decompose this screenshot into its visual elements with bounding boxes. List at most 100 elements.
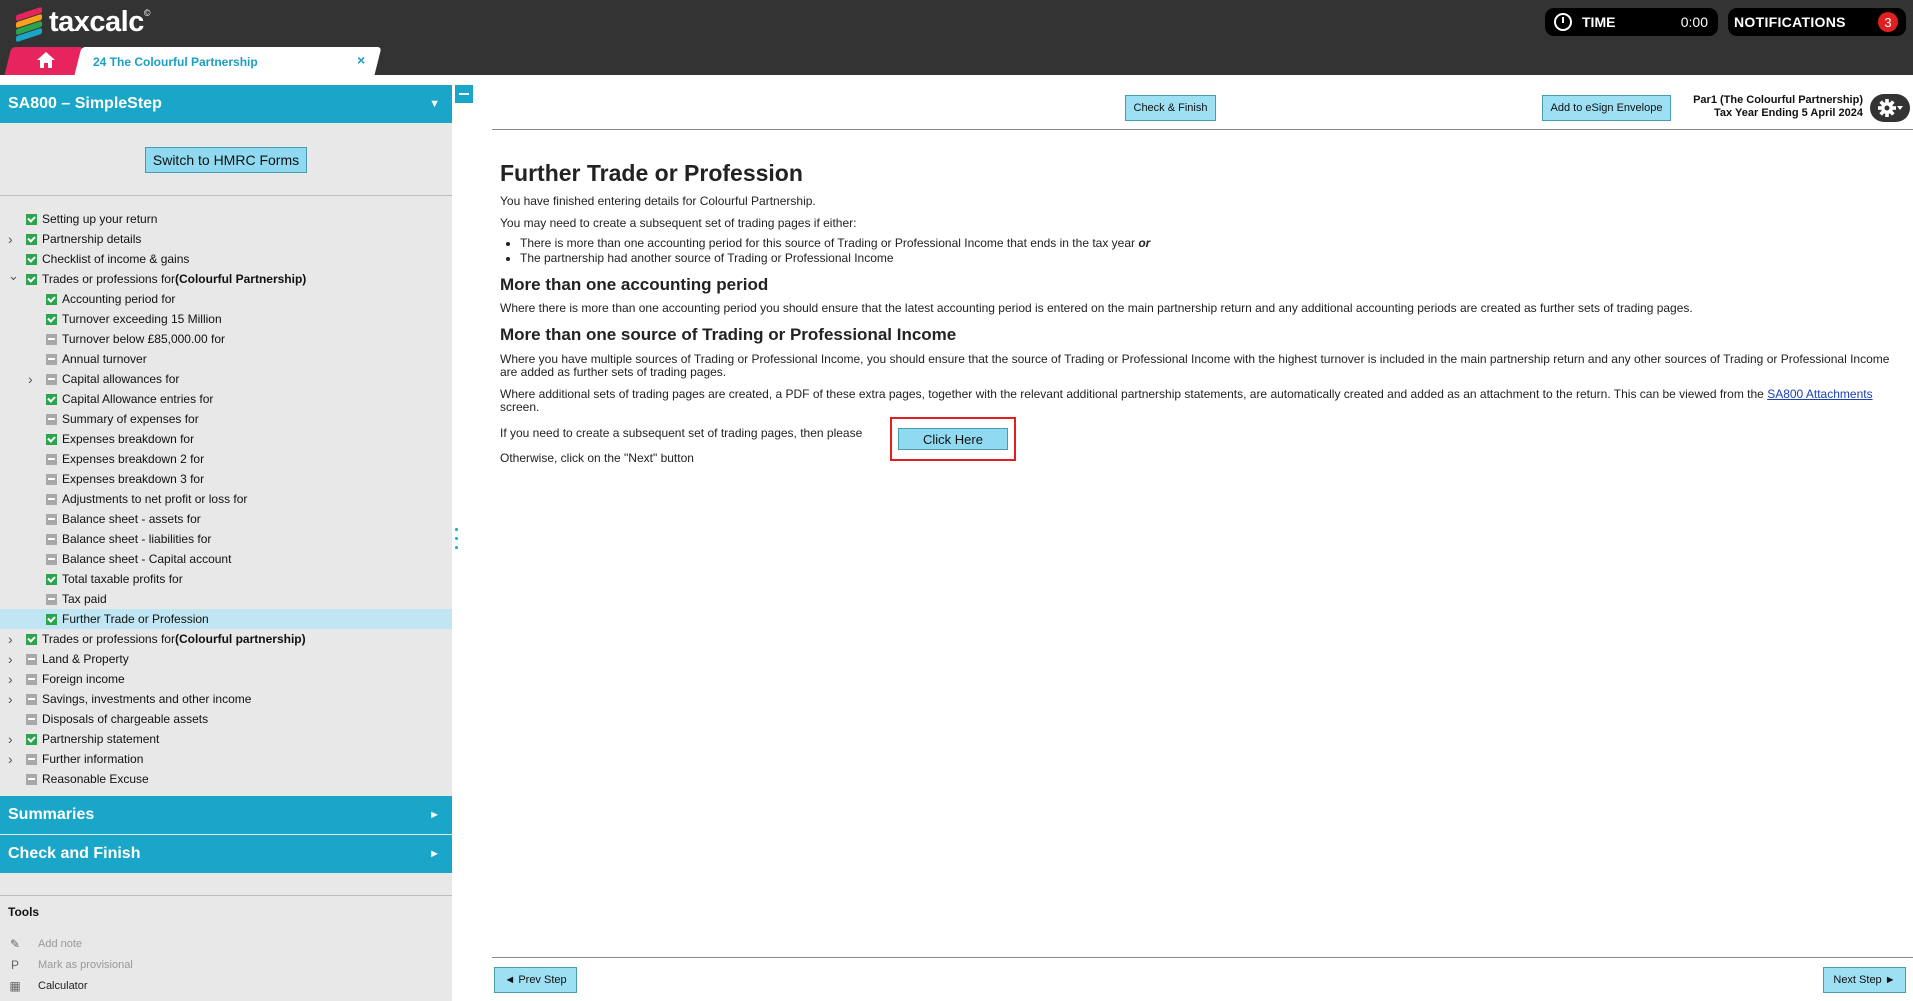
- summaries-header[interactable]: Summaries ►: [0, 796, 452, 834]
- chevron-right-icon[interactable]: ›: [8, 231, 13, 247]
- sidebar-tree-item[interactable]: Balance sheet - liabilities for: [0, 529, 452, 549]
- sidebar-tree-item-label: Balance sheet - liabilities for: [62, 532, 212, 546]
- add-to-esign-envelope-button[interactable]: Add to eSign Envelope: [1542, 95, 1671, 121]
- chevron-right-icon[interactable]: ›: [28, 371, 33, 387]
- sidebar-tree-item-label: Turnover below £85,000.00 for: [62, 332, 225, 346]
- sidebar-tree-item[interactable]: Annual turnover: [0, 349, 452, 369]
- sidebar-tree-item[interactable]: Accounting period for: [0, 289, 452, 309]
- sa800-simplestep-header[interactable]: SA800 – SimpleStep ▼: [0, 85, 452, 123]
- next-step-button[interactable]: Next Step ►: [1823, 967, 1906, 993]
- sidebar-tree-item[interactable]: Balance sheet - Capital account: [0, 549, 452, 569]
- completed-check-icon: [26, 733, 37, 745]
- incomplete-dash-icon: [46, 333, 57, 345]
- incomplete-dash-icon: [46, 493, 57, 505]
- create-pages-text: If you need to create a subsequent set o…: [500, 426, 863, 440]
- sidebar-tree-item[interactable]: Setting up your return: [0, 209, 452, 229]
- sidebar-tree-item-label: Tax paid: [62, 592, 107, 606]
- document-tab-label[interactable]: 24 The Colourful Partnership: [93, 55, 258, 69]
- incomplete-dash-icon: [26, 773, 37, 785]
- completed-check-icon: [46, 313, 57, 325]
- sidebar-tree-item[interactable]: Further Trade or Profession: [0, 609, 452, 629]
- close-icon[interactable]: ×: [357, 52, 365, 68]
- completed-check-icon: [26, 233, 37, 245]
- incomplete-dash-icon: [46, 473, 57, 485]
- sidebar-tree-item-label: Reasonable Excuse: [42, 772, 149, 786]
- sidebar-tree-item[interactable]: › Land & Property: [0, 649, 452, 669]
- sidebar-tree-item[interactable]: Capital Allowance entries for: [0, 389, 452, 409]
- sidebar-tree-item[interactable]: Balance sheet - assets for: [0, 509, 452, 529]
- incomplete-dash-icon: [46, 413, 57, 425]
- chevron-right-icon[interactable]: ›: [8, 691, 13, 707]
- sidebar-tree-item[interactable]: Disposals of chargeable assets: [0, 709, 452, 729]
- section-heading-accounting-period: More than one accounting period: [500, 275, 769, 294]
- sidebar-tree-item-label: Savings, investments and other income: [42, 692, 252, 706]
- sidebar-tree-item-client: (Colourful Partnership): [174, 272, 307, 286]
- sidebar-tree-item-label: Checklist of income & gains: [42, 252, 190, 266]
- check-and-finish-button[interactable]: Check & Finish: [1125, 95, 1216, 121]
- sidebar-tree-item[interactable]: › Partnership details: [0, 229, 452, 249]
- incomplete-dash-icon: [46, 513, 57, 525]
- chevron-right-icon[interactable]: ›: [8, 731, 13, 747]
- sidebar-tree-item[interactable]: ⌄ Trades or professions for (Colourful Pa…: [0, 268, 452, 289]
- sidebar-tree-item-label: Disposals of chargeable assets: [42, 712, 209, 726]
- sidebar-tree-item-label: Expenses breakdown 2 for: [62, 452, 205, 466]
- completed-check-icon: [26, 213, 37, 225]
- accounting-period-text: Where there is more than one accounting …: [500, 301, 1693, 315]
- chevron-right-icon[interactable]: ›: [8, 651, 13, 667]
- incomplete-dash-icon: [46, 593, 57, 605]
- sidebar-title: SA800 – SimpleStep: [8, 95, 162, 112]
- calculator-icon: ▦: [9, 979, 21, 993]
- incomplete-dash-icon: [26, 653, 37, 665]
- clock-icon: [1554, 13, 1572, 31]
- sidebar-tree-item[interactable]: › Trades or professions for (Colourful pa…: [0, 629, 452, 649]
- timer[interactable]: TIME 0:00: [1545, 8, 1718, 36]
- sidebar-tree-item[interactable]: Tax paid: [0, 589, 452, 609]
- tool-mark-as-provisional[interactable]: P Mark as provisional: [8, 958, 133, 972]
- sidebar-tree-item[interactable]: Reasonable Excuse: [0, 769, 452, 789]
- sidebar-tree-item-label: Capital allowances for: [62, 372, 180, 386]
- sidebar-tree-item[interactable]: › Foreign income: [0, 669, 452, 689]
- tool-calculator[interactable]: ▦ Calculator: [8, 979, 87, 993]
- navigation-tree: Setting up your return › Partnership detai…: [0, 209, 452, 789]
- completed-check-icon: [26, 273, 37, 285]
- sidebar-tree-item[interactable]: Total taxable profits for: [0, 569, 452, 589]
- sidebar-tree-item[interactable]: Checklist of income & gains: [0, 249, 452, 269]
- tool-add-note[interactable]: ✎ Add note: [8, 937, 82, 951]
- sidebar-tree-item[interactable]: Expenses breakdown 2 for: [0, 449, 452, 469]
- sidebar-tree-item[interactable]: Expenses breakdown for: [0, 429, 452, 449]
- chevron-right-icon: ►: [429, 848, 440, 860]
- sidebar-tree-item[interactable]: Summary of expenses for: [0, 409, 452, 429]
- sidebar-tree-item[interactable]: › Capital allowances for: [0, 369, 452, 389]
- chevron-right-icon[interactable]: ›: [8, 631, 13, 647]
- chevron-down-icon[interactable]: ⌄: [8, 268, 19, 284]
- prev-step-button[interactable]: ◄ Prev Step: [494, 967, 577, 993]
- provisional-icon: P: [10, 958, 19, 972]
- resize-handle[interactable]: [455, 528, 459, 556]
- home-icon[interactable]: [36, 51, 56, 69]
- collapse-sidebar-button[interactable]: [455, 85, 473, 103]
- notifications-button[interactable]: NOTIFICATIONS 3: [1728, 8, 1906, 36]
- sidebar-tree-item[interactable]: › Savings, investments and other income: [0, 689, 452, 709]
- check-and-finish-header[interactable]: Check and Finish ►: [0, 835, 452, 873]
- sa800-attachments-link[interactable]: SA800 Attachments: [1767, 387, 1872, 401]
- chevron-right-icon[interactable]: ›: [8, 751, 13, 767]
- sidebar-tree-item[interactable]: › Further information: [0, 749, 452, 769]
- time-value: 0:00: [1680, 14, 1708, 30]
- completed-check-icon: [26, 253, 37, 265]
- main-content: Further Trade or Profession You have fin…: [500, 160, 1900, 465]
- sidebar-tree-item-label: Total taxable profits for: [62, 572, 183, 586]
- time-label: TIME: [1582, 14, 1616, 30]
- click-here-button[interactable]: Click Here: [898, 428, 1008, 450]
- switch-to-hmrc-forms-button[interactable]: Switch to HMRC Forms: [145, 147, 307, 173]
- sidebar-tree-item[interactable]: Expenses breakdown 3 for: [0, 469, 452, 489]
- completed-check-icon: [26, 633, 37, 645]
- sidebar-tree-item[interactable]: Turnover below £85,000.00 for: [0, 329, 452, 349]
- sidebar-tree-item[interactable]: Adjustments to net profit or loss for: [0, 489, 452, 509]
- page-title: Further Trade or Profession: [500, 160, 803, 186]
- divider: [492, 129, 1913, 130]
- sidebar-tree-item[interactable]: › Partnership statement: [0, 729, 452, 749]
- chevron-right-icon[interactable]: ›: [8, 671, 13, 687]
- settings-button[interactable]: [1870, 94, 1910, 122]
- completed-check-icon: [46, 573, 57, 585]
- sidebar-tree-item[interactable]: Turnover exceeding 15 Million: [0, 309, 452, 329]
